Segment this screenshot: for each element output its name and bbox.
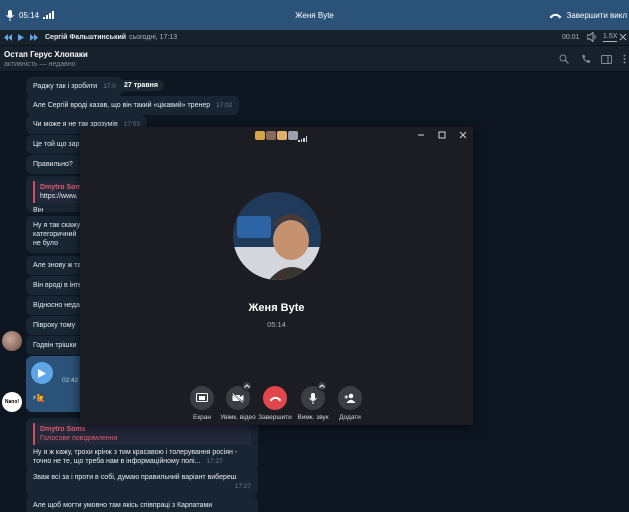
message-time: 17:0 bbox=[103, 83, 116, 90]
reactions[interactable]: ⚡🙋 bbox=[32, 394, 46, 403]
hangup-icon bbox=[549, 13, 562, 18]
add-user-icon bbox=[344, 393, 356, 403]
chevron-up-icon bbox=[244, 384, 250, 388]
end-call-button[interactable]: Завершити викл bbox=[549, 0, 629, 30]
message-text: Але знову ж та bbox=[33, 262, 82, 269]
microphone-icon bbox=[309, 392, 317, 404]
end-call-label: Завершити викл bbox=[566, 10, 627, 20]
player-author[interactable]: Сергій Фальштинський bbox=[45, 34, 126, 41]
hangup-button[interactable] bbox=[263, 386, 287, 410]
message-time: 17:02 bbox=[216, 102, 233, 109]
screen-share-icon bbox=[196, 393, 208, 402]
reply-author: Dmytro Som bbox=[40, 184, 82, 191]
sender-avatar[interactable] bbox=[2, 331, 22, 351]
player-position: 00:01 bbox=[562, 34, 580, 41]
volume-icon[interactable] bbox=[586, 31, 598, 44]
message-bubble[interactable]: Зваж всі за і проти в собі, думаю правил… bbox=[26, 468, 258, 496]
emoji-icon bbox=[287, 131, 298, 141]
date-separator: 27 травня bbox=[118, 80, 164, 91]
next-icon[interactable] bbox=[29, 33, 39, 43]
message-bubble[interactable]: Але Сергій вроді казав, що він такий «ці… bbox=[26, 96, 240, 115]
phone-icon[interactable] bbox=[580, 53, 592, 65]
message-text: Ну я ж кажу, трохи крінж з тим красавою … bbox=[33, 449, 238, 456]
call-timer: 05:14 bbox=[19, 10, 40, 20]
video-off-icon bbox=[232, 393, 244, 403]
contact-avatar bbox=[233, 192, 321, 280]
message-bubble[interactable]: Dmytro Soms Голосове повідомлення Ну я ж… bbox=[26, 418, 258, 471]
add-participant-button[interactable] bbox=[338, 386, 362, 410]
message-text: Він вроді в інте bbox=[33, 282, 83, 289]
chevron-up-icon bbox=[319, 384, 325, 388]
emoji-icon bbox=[265, 131, 276, 141]
reply-subtitle: Голосове повідомлення bbox=[40, 435, 118, 442]
sender-avatar[interactable]: Nano! bbox=[2, 392, 22, 412]
chat-status: активність — недавно bbox=[4, 61, 76, 68]
hangup-icon bbox=[269, 396, 281, 401]
call-contact-name: Женя Byte bbox=[248, 302, 305, 314]
reply-quote[interactable]: Dmytro Soms Голосове повідомлення bbox=[33, 423, 251, 445]
message-text: Але щоб могти умовно там якісь співпраці… bbox=[33, 502, 213, 509]
message-text: Зваж всі за і проти в собі, думаю правил… bbox=[33, 474, 237, 481]
message-text: Півроку тому bbox=[33, 322, 76, 329]
search-icon[interactable] bbox=[558, 53, 570, 65]
play-icon bbox=[38, 368, 46, 378]
message-text: Правильно? bbox=[33, 161, 73, 168]
reply-author: Dmytro Soms bbox=[40, 426, 86, 433]
message-time: 17:27 bbox=[206, 458, 223, 465]
message-text: Але Сергій вроді казав, що він такий «ці… bbox=[33, 102, 211, 109]
previous-icon[interactable] bbox=[3, 33, 13, 43]
screen-share-button[interactable] bbox=[190, 386, 214, 410]
emoji-icon bbox=[276, 131, 287, 141]
active-call-bar[interactable]: 05:14 Женя Byte Завершити викл bbox=[0, 0, 629, 30]
playback-speed-button[interactable]: 1.5X bbox=[603, 33, 618, 42]
message-bubble[interactable]: Раджу так і зробити 17:0 bbox=[26, 77, 123, 96]
avatar-label: Nano! bbox=[4, 399, 20, 405]
call-window[interactable]: Женя Byte 05:14 Екран Увімк. відео Завер… bbox=[80, 127, 473, 425]
player-date: сьогодні, 17:13 bbox=[129, 34, 178, 41]
maximize-icon[interactable] bbox=[436, 129, 448, 141]
chat-title[interactable]: Остап Герус Хлопаки bbox=[4, 50, 88, 59]
call-duration: 05:14 bbox=[267, 320, 286, 329]
message-text: Відносно неда bbox=[33, 302, 80, 309]
signal-strength-icon bbox=[298, 136, 307, 142]
play-icon[interactable] bbox=[16, 33, 26, 43]
emoji-icon bbox=[254, 131, 265, 141]
audio-player-bar: Сергій Фальштинський сьогодні, 17:13 00:… bbox=[0, 30, 629, 46]
close-player-icon[interactable] bbox=[619, 33, 627, 43]
message-bubble[interactable]: Але щоб могти умовно там якісь співпраці… bbox=[26, 496, 258, 512]
close-icon[interactable] bbox=[457, 129, 469, 141]
add-participant-label: Додати bbox=[339, 414, 361, 421]
sidebar-toggle-icon[interactable] bbox=[600, 53, 612, 65]
reply-link[interactable]: https://www. bbox=[40, 192, 84, 201]
chat-header[interactable]: Остап Герус Хлопаки активність — недавно bbox=[0, 46, 629, 72]
voice-play-button[interactable] bbox=[31, 362, 53, 384]
minimize-icon[interactable] bbox=[415, 129, 427, 141]
signal-strength-icon bbox=[43, 11, 55, 19]
message-text: точно не те, що треба нам в інформаційно… bbox=[33, 458, 201, 465]
call-contact-name: Женя Byte bbox=[295, 10, 334, 20]
video-options-caret[interactable] bbox=[242, 381, 252, 391]
more-menu-icon[interactable] bbox=[618, 53, 629, 65]
message-time: 17:27 bbox=[234, 483, 251, 490]
microphone-icon[interactable] bbox=[3, 8, 17, 22]
message-text: Це той що зар bbox=[33, 141, 80, 148]
audio-options-caret[interactable] bbox=[317, 381, 327, 391]
message-bubble[interactable]: Правильно? bbox=[26, 155, 86, 174]
message-text: Годвін трішки bbox=[33, 342, 77, 349]
message-text: Раджу так і зробити bbox=[33, 83, 98, 90]
voice-duration: 02:42 bbox=[62, 377, 79, 384]
